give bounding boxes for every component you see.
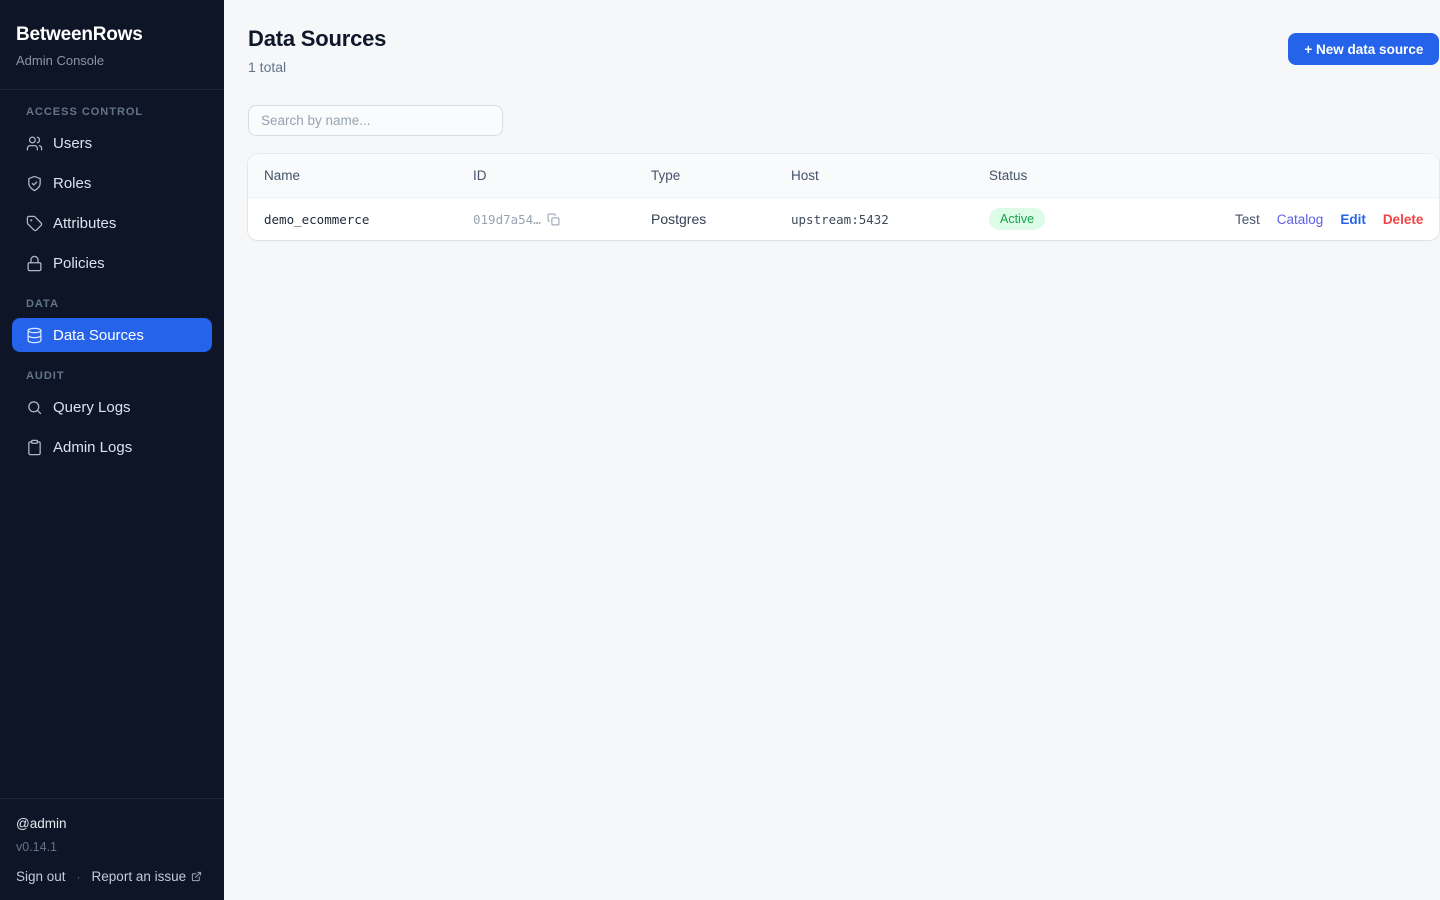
database-icon [26, 327, 43, 344]
sidebar-item-attributes[interactable]: Attributes [12, 206, 212, 240]
search-icon [26, 399, 43, 416]
external-link-icon [191, 871, 202, 882]
clipboard-icon [26, 439, 43, 456]
brand: BetweenRows Admin Console [0, 0, 224, 89]
table-row: demo_ecommerce 019d7a54… Postgres upstre… [248, 198, 1439, 240]
sidebar-item-label: Attributes [53, 215, 116, 232]
app-version: v0.14.1 [16, 841, 208, 854]
sidebar-item-label: Query Logs [53, 399, 131, 416]
sidebar-item-label: Policies [53, 255, 105, 272]
column-header-id: ID [473, 168, 651, 183]
search-input[interactable] [248, 105, 503, 136]
nav-section-label: ACCESS CONTROL [26, 106, 198, 118]
sidebar-footer: @admin v0.14.1 Sign out · Report an issu… [0, 798, 224, 900]
cell-name: demo_ecommerce [264, 212, 473, 227]
app-subtitle: Admin Console [16, 53, 208, 68]
cell-status: Active [989, 208, 1235, 230]
nav-section-label: AUDIT [26, 370, 198, 382]
id-value: 019d7a54… [473, 212, 541, 227]
sidebar-item-roles[interactable]: Roles [12, 166, 212, 200]
sidebar-item-users[interactable]: Users [12, 126, 212, 160]
sidebar-item-admin-logs[interactable]: Admin Logs [12, 430, 212, 464]
delete-action[interactable]: Delete [1383, 212, 1424, 227]
main-content: Data Sources 1 total + New data source N… [224, 0, 1440, 900]
column-header-type: Type [651, 168, 791, 183]
nav-section-access-control: ACCESS CONTROL Users Roles Attributes [12, 106, 212, 280]
copy-icon[interactable] [547, 213, 560, 226]
sidebar-spacer [0, 470, 224, 798]
sidebar-item-query-logs[interactable]: Query Logs [12, 390, 212, 424]
page-title: Data Sources [248, 26, 386, 52]
current-user: @admin [16, 817, 208, 831]
sidebar-footer-links: Sign out · Report an issue [16, 869, 208, 884]
users-icon [26, 135, 43, 152]
sidebar-item-label: Admin Logs [53, 439, 132, 456]
status-badge: Active [989, 208, 1045, 230]
footer-separator: · [77, 870, 81, 884]
app-title: BetweenRows [16, 24, 208, 46]
tag-icon [26, 215, 43, 232]
column-header-status: Status [989, 168, 1235, 183]
cell-host: upstream:5432 [791, 212, 989, 227]
sidebar-item-label: Roles [53, 175, 91, 192]
cell-actions: Test Catalog Edit Delete [1235, 212, 1423, 227]
new-data-source-button[interactable]: + New data source [1288, 33, 1439, 65]
test-action[interactable]: Test [1235, 212, 1260, 227]
catalog-action[interactable]: Catalog [1277, 212, 1324, 227]
report-issue-label: Report an issue [92, 869, 187, 884]
sidebar-item-data-sources[interactable]: Data Sources [12, 318, 212, 352]
column-header-host: Host [791, 168, 989, 183]
page-header: Data Sources 1 total + New data source [248, 26, 1439, 75]
sidebar-item-policies[interactable]: Policies [12, 246, 212, 280]
sidebar-item-label: Users [53, 135, 92, 152]
cell-type: Postgres [651, 211, 791, 227]
report-issue-link[interactable]: Report an issue [92, 869, 203, 884]
shield-check-icon [26, 175, 43, 192]
data-sources-table: Name ID Type Host Status demo_ecommerce … [248, 154, 1439, 240]
table-header-row: Name ID Type Host Status [248, 154, 1439, 198]
sidebar-nav: ACCESS CONTROL Users Roles Attributes [0, 90, 224, 470]
sidebar: BetweenRows Admin Console ACCESS CONTROL… [0, 0, 224, 900]
cell-id: 019d7a54… [473, 212, 651, 227]
edit-action[interactable]: Edit [1340, 212, 1366, 227]
column-header-name: Name [264, 168, 473, 183]
total-count: 1 total [248, 59, 386, 75]
nav-section-audit: AUDIT Query Logs Admin Logs [12, 370, 212, 464]
sign-out-link[interactable]: Sign out [16, 869, 66, 884]
nav-section-data: DATA Data Sources [12, 298, 212, 352]
sidebar-item-label: Data Sources [53, 327, 144, 344]
lock-icon [26, 255, 43, 272]
nav-section-label: DATA [26, 298, 198, 310]
page-heading-group: Data Sources 1 total [248, 26, 386, 75]
